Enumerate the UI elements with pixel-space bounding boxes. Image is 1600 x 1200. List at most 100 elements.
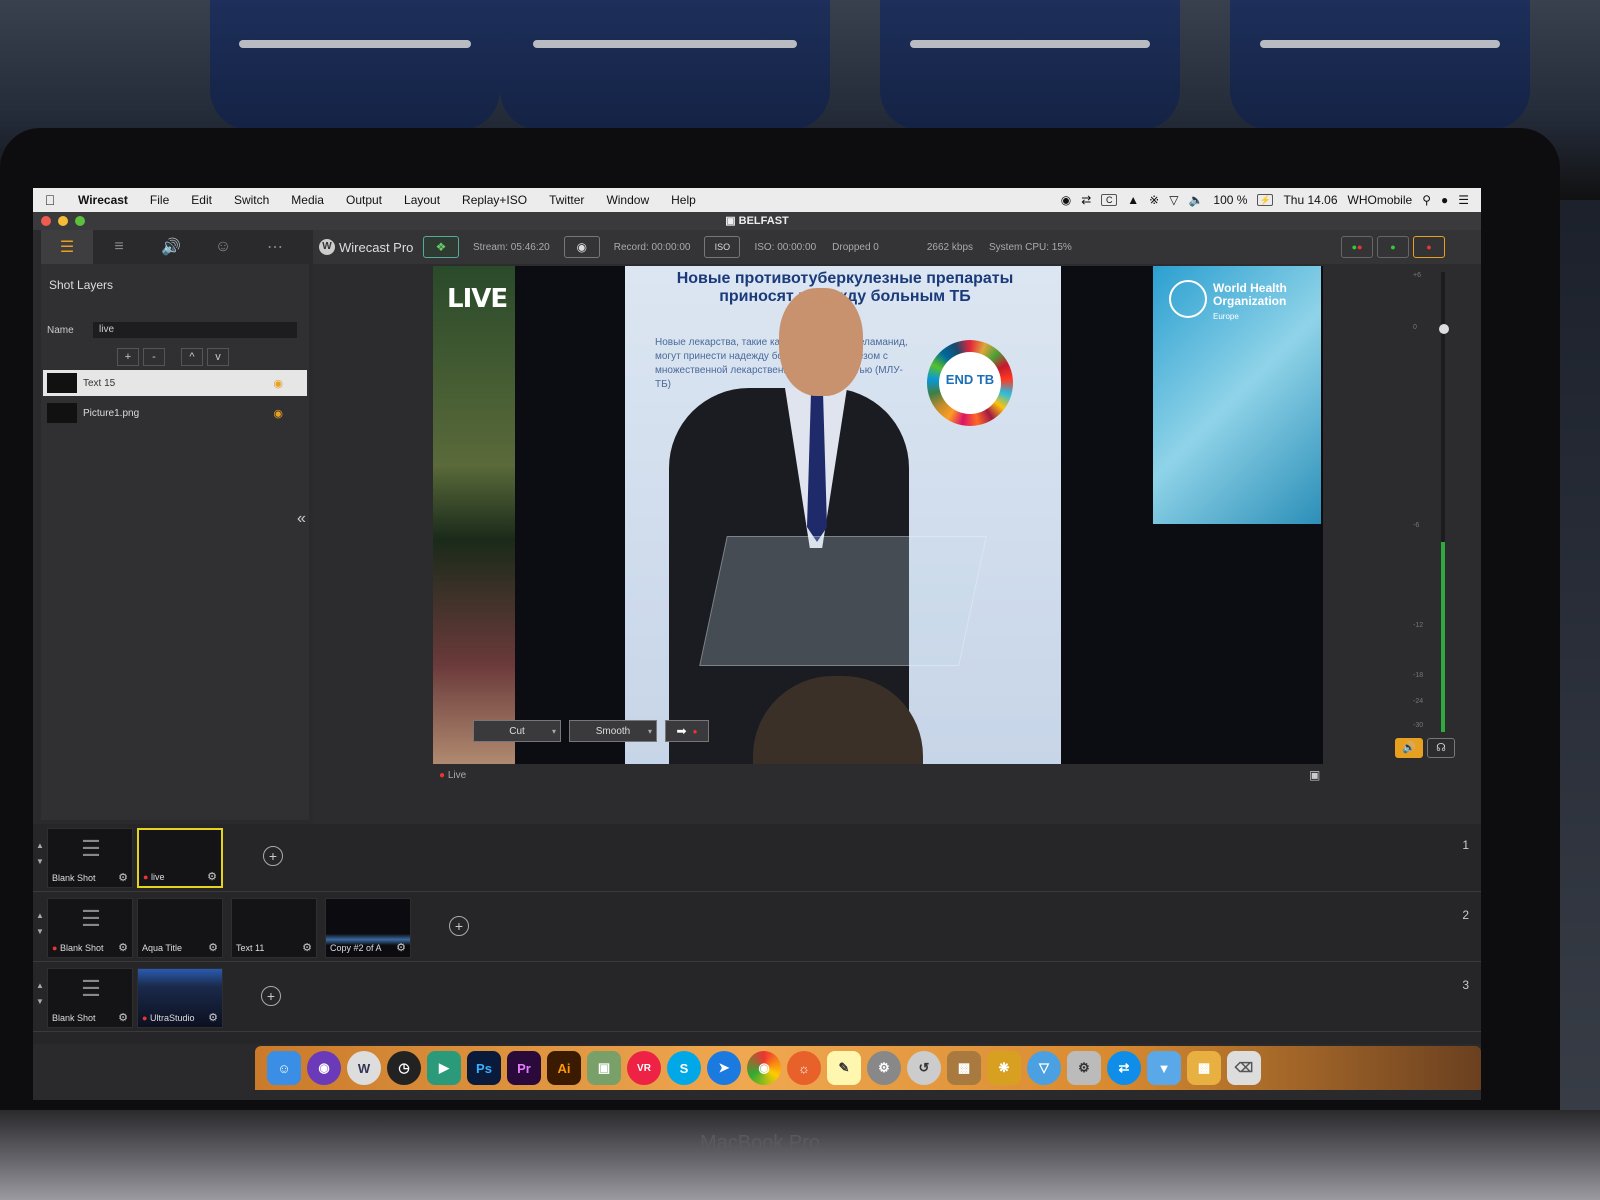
teamviewer-icon[interactable]: ⇄ bbox=[1081, 193, 1091, 207]
clipboard-icon[interactable]: C bbox=[1101, 194, 1118, 206]
menu-edit[interactable]: Edit bbox=[180, 193, 223, 207]
creative-cloud-icon[interactable]: ◉ bbox=[1061, 193, 1071, 207]
minimize-icon[interactable] bbox=[58, 216, 68, 226]
menu-layout[interactable]: Layout bbox=[393, 193, 451, 207]
stream-button[interactable]: ❖ bbox=[423, 236, 459, 258]
settings-tab-icon[interactable]: ≡ bbox=[93, 230, 145, 264]
volume-icon[interactable]: 🔈 bbox=[1188, 193, 1203, 207]
shot-blank[interactable]: ☰ ● Blank Shot ⚙ bbox=[47, 898, 133, 958]
shot-live[interactable]: ● live ⚙ bbox=[137, 828, 223, 888]
downloads-folder-icon[interactable]: ▼ bbox=[1147, 1051, 1181, 1085]
battery-icon[interactable]: ⚡ bbox=[1257, 194, 1274, 206]
live-only-button[interactable]: ● bbox=[1413, 236, 1445, 258]
firefox-icon[interactable]: ☼ bbox=[787, 1051, 821, 1085]
pineapple-icon[interactable]: ❋ bbox=[987, 1051, 1021, 1085]
notification-center-icon[interactable]: ☰ bbox=[1458, 193, 1469, 207]
clock[interactable]: Thu 14.06 bbox=[1283, 193, 1337, 207]
shot-copy-2[interactable]: Copy #2 of A ⚙ bbox=[325, 898, 411, 958]
row-reorder-arrows[interactable]: ▲ ▼ bbox=[33, 838, 47, 870]
wifi-app-icon[interactable]: ▽ bbox=[1027, 1051, 1061, 1085]
migration-icon[interactable]: ↺ bbox=[907, 1051, 941, 1085]
menu-help[interactable]: Help bbox=[660, 193, 707, 207]
eye-icon[interactable]: ◉ bbox=[273, 407, 283, 420]
menu-file[interactable]: File bbox=[139, 193, 180, 207]
safari-icon[interactable]: ➤ bbox=[707, 1051, 741, 1085]
shot-blank[interactable]: ☰ Blank Shot ⚙ bbox=[47, 968, 133, 1028]
menu-window[interactable]: Window bbox=[595, 193, 660, 207]
person-tab-icon[interactable]: ☺ bbox=[197, 230, 249, 264]
gear-icon[interactable]: ⚙ bbox=[208, 941, 218, 954]
shot-text-11[interactable]: Text 11 ⚙ bbox=[231, 898, 317, 958]
gear-icon[interactable]: ⚙ bbox=[208, 1011, 218, 1024]
disk-utility-icon[interactable]: ⚙ bbox=[1067, 1051, 1101, 1085]
shot-blank[interactable]: ☰ Blank Shot ⚙ bbox=[47, 828, 133, 888]
go-button[interactable]: ➡ ● bbox=[665, 720, 709, 742]
audio-tab-icon[interactable]: 🔊 bbox=[145, 230, 197, 264]
volume-slider-knob[interactable] bbox=[1439, 324, 1449, 334]
trash-icon[interactable]: ⌫ bbox=[1227, 1051, 1261, 1085]
remove-layer-button[interactable]: - bbox=[143, 348, 165, 366]
menu-replay-iso[interactable]: Replay+ISO bbox=[451, 193, 538, 207]
finder-icon[interactable]: ☺ bbox=[267, 1051, 301, 1085]
record-button[interactable]: ◉ bbox=[563, 236, 600, 258]
gear-icon[interactable]: ⚙ bbox=[207, 870, 217, 883]
gear-icon[interactable]: ⚙ bbox=[118, 941, 128, 954]
notes-icon[interactable]: ✎ bbox=[827, 1051, 861, 1085]
skype-icon[interactable]: S bbox=[667, 1051, 701, 1085]
teamviewer-app-icon[interactable]: ⇄ bbox=[1107, 1051, 1141, 1085]
maximize-icon[interactable] bbox=[75, 216, 85, 226]
collapse-panel-icon[interactable]: « bbox=[297, 510, 306, 528]
wifi-icon[interactable]: ▽ bbox=[1169, 193, 1178, 207]
vr-icon[interactable]: VR bbox=[627, 1051, 661, 1085]
apple-icon[interactable]:  bbox=[33, 192, 67, 208]
user-name[interactable]: WHOmobile bbox=[1348, 193, 1413, 207]
upload-icon[interactable]: ▲ bbox=[1127, 193, 1139, 207]
add-shot-button[interactable]: + bbox=[449, 916, 469, 936]
menu-media[interactable]: Media bbox=[280, 193, 335, 207]
menu-app-name[interactable]: Wirecast bbox=[67, 193, 139, 207]
menu-twitter[interactable]: Twitter bbox=[538, 193, 595, 207]
cut-transition-select[interactable]: Cut ▾ bbox=[473, 720, 561, 742]
row-reorder-arrows[interactable]: ▲ ▼ bbox=[33, 978, 47, 1010]
layers-tab-icon[interactable]: ☰ bbox=[41, 230, 93, 264]
dashboard-icon[interactable]: ◷ bbox=[387, 1051, 421, 1085]
move-up-button[interactable]: ^ bbox=[181, 348, 203, 366]
siri-icon[interactable]: ● bbox=[1441, 193, 1448, 207]
add-layer-button[interactable]: + bbox=[117, 348, 139, 366]
shot-ultrastudio[interactable]: ● UltraStudio ⚙ bbox=[137, 968, 223, 1028]
eye-icon[interactable]: ◉ bbox=[273, 377, 283, 390]
gear-icon[interactable]: ⚙ bbox=[302, 941, 312, 954]
siri-icon[interactable]: ◉ bbox=[307, 1051, 341, 1085]
row-reorder-arrows[interactable]: ▲ ▼ bbox=[33, 908, 47, 940]
dual-view-button[interactable]: ● ● bbox=[1341, 236, 1373, 258]
gear-icon[interactable]: ⚙ bbox=[118, 871, 128, 884]
monitor-icon[interactable]: ▣ bbox=[1309, 768, 1320, 782]
headphones-icon[interactable]: ☊ bbox=[1427, 738, 1455, 758]
layer-row[interactable]: Text 15 ◉ bbox=[43, 370, 307, 396]
preview-app-icon[interactable]: ▣ bbox=[587, 1051, 621, 1085]
gear-icon[interactable]: ⚙ bbox=[396, 941, 406, 954]
more-tab-icon[interactable]: ⋯ bbox=[249, 230, 301, 264]
speaker-icon[interactable]: 🔊 bbox=[1395, 738, 1423, 758]
close-icon[interactable] bbox=[41, 216, 51, 226]
name-field[interactable]: live bbox=[93, 322, 297, 338]
photoshop-icon[interactable]: Ps bbox=[467, 1051, 501, 1085]
add-shot-button[interactable]: + bbox=[261, 986, 281, 1006]
add-shot-button[interactable]: + bbox=[263, 846, 283, 866]
smooth-transition-select[interactable]: Smooth ▾ bbox=[569, 720, 657, 742]
move-down-button[interactable]: v bbox=[207, 348, 229, 366]
premiere-icon[interactable]: Pr bbox=[507, 1051, 541, 1085]
archive-icon[interactable]: ▩ bbox=[1187, 1051, 1221, 1085]
iso-button[interactable]: ISO bbox=[704, 236, 741, 258]
menu-switch[interactable]: Switch bbox=[223, 193, 280, 207]
wirecast-icon[interactable]: W bbox=[347, 1051, 381, 1085]
preview-only-button[interactable]: ● bbox=[1377, 236, 1409, 258]
bluetooth-icon[interactable]: ※ bbox=[1149, 193, 1159, 207]
system-preferences-icon[interactable]: ⚙ bbox=[867, 1051, 901, 1085]
spotlight-icon[interactable]: ⚲ bbox=[1422, 193, 1431, 207]
shot-aqua-title[interactable]: Aqua Title ⚙ bbox=[137, 898, 223, 958]
menu-output[interactable]: Output bbox=[335, 193, 393, 207]
installer-icon[interactable]: ▩ bbox=[947, 1051, 981, 1085]
layer-row[interactable]: Picture1.png ◉ bbox=[43, 400, 307, 426]
gear-icon[interactable]: ⚙ bbox=[118, 1011, 128, 1024]
